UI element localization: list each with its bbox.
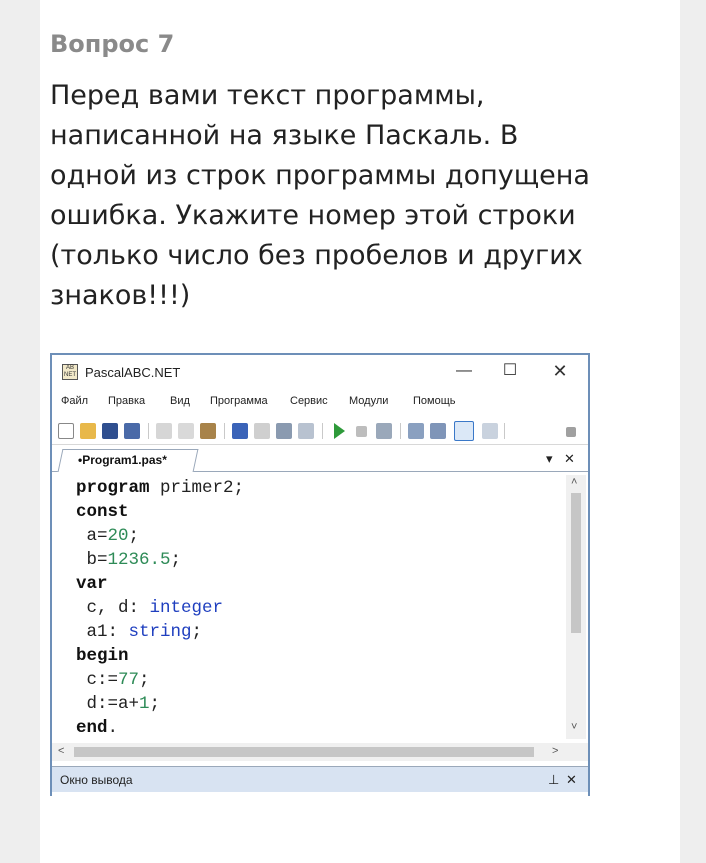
- editor-gutter: [52, 473, 74, 743]
- horizontal-scrollbar[interactable]: < >: [52, 743, 588, 761]
- paste-icon[interactable]: [200, 423, 216, 439]
- output-panel-title: Окно вывода: [60, 773, 133, 787]
- code-token: ;: [170, 550, 182, 570]
- form-designer-icon[interactable]: [482, 423, 498, 439]
- pascalabc-app-icon: AB NET: [62, 364, 78, 380]
- close-window-icon[interactable]: ✕: [544, 359, 576, 383]
- menu-service[interactable]: Сервис: [290, 395, 328, 407]
- code-line: d:=a+1;: [76, 692, 244, 716]
- code-token: a=: [76, 526, 108, 546]
- menu-help[interactable]: Помощь: [413, 395, 456, 407]
- menu-program[interactable]: Программа: [210, 395, 268, 407]
- copy-icon[interactable]: [178, 423, 194, 439]
- vertical-scrollbar[interactable]: ˄ ˅: [566, 475, 586, 739]
- code-token: ;: [128, 526, 140, 546]
- toolbar-separator: [504, 423, 505, 439]
- menu-view[interactable]: Вид: [170, 395, 190, 407]
- code-line: program primer2;: [76, 476, 244, 500]
- code-token: begin: [76, 646, 129, 666]
- code-line: var: [76, 572, 244, 596]
- code-line: end.: [76, 716, 244, 740]
- ide-screenshot: AB NET PascalABC.NET — ☐ ✕ Файл Правка В…: [50, 353, 590, 796]
- code-line: a=20;: [76, 524, 244, 548]
- code-token: 1: [139, 694, 150, 714]
- code-token: string: [128, 622, 192, 642]
- code-text: program primer2; const a=20; b=1236.5; var…: [76, 476, 244, 740]
- chevron-down-icon[interactable]: ▾: [546, 451, 553, 467]
- code-token: var: [76, 574, 108, 594]
- compile-icon[interactable]: [376, 423, 392, 439]
- code-line: const: [76, 500, 244, 524]
- output-panel-header: Окно вывода ⊥ ✕: [52, 766, 588, 792]
- code-line: c, d: integer: [76, 596, 244, 620]
- redo-icon[interactable]: [254, 423, 270, 439]
- code-token: primer2;: [149, 478, 245, 498]
- step-into-icon[interactable]: [408, 423, 424, 439]
- toolbar-separator: [400, 423, 401, 439]
- minimize-icon[interactable]: —: [448, 359, 480, 383]
- toolbar: [52, 417, 588, 445]
- close-tab-icon[interactable]: ✕: [564, 451, 575, 467]
- cut-icon[interactable]: [156, 423, 172, 439]
- pin-icon[interactable]: ⊥: [548, 772, 559, 788]
- question-text: Перед вами текст программы, написанной н…: [50, 80, 590, 311]
- window-title: PascalABC.NET: [85, 365, 181, 380]
- code-line: b=1236.5;: [76, 548, 244, 572]
- code-token: ;: [191, 622, 203, 642]
- code-token: d:=a+: [76, 694, 140, 714]
- code-line: begin: [76, 644, 244, 668]
- code-token: c:=: [76, 670, 119, 690]
- save-icon[interactable]: [102, 423, 118, 439]
- new-file-icon[interactable]: [58, 423, 74, 439]
- code-token: const: [76, 502, 129, 522]
- code-token: program: [76, 478, 150, 498]
- code-token: .: [107, 718, 119, 738]
- menu-file[interactable]: Файл: [61, 395, 88, 407]
- code-token: integer: [149, 598, 224, 618]
- vertical-scroll-thumb[interactable]: [571, 493, 581, 633]
- save-all-icon[interactable]: [124, 423, 140, 439]
- step-over-icon[interactable]: [430, 423, 446, 439]
- close-output-icon[interactable]: ✕: [566, 772, 577, 788]
- console-icon[interactable]: [454, 421, 474, 441]
- code-token: end: [76, 718, 108, 738]
- menu-bar: Файл Правка Вид Программа Сервис Модули …: [52, 391, 588, 413]
- code-line: a1: string;: [76, 620, 244, 644]
- stop-icon[interactable]: [356, 426, 367, 437]
- menu-edit[interactable]: Правка: [108, 395, 145, 407]
- menu-modules[interactable]: Модули: [349, 395, 388, 407]
- question-number: Вопрос 7: [50, 30, 175, 58]
- replace-icon[interactable]: [298, 423, 314, 439]
- code-token: ;: [149, 694, 161, 714]
- toolbar-overflow-icon[interactable]: [566, 427, 576, 437]
- ide-titlebar: AB NET PascalABC.NET — ☐ ✕: [52, 355, 588, 387]
- scroll-down-arrow-icon[interactable]: ˅: [571, 721, 577, 733]
- horizontal-scroll-thumb[interactable]: [74, 747, 534, 757]
- run-icon[interactable]: [334, 423, 345, 439]
- code-line: c:=77;: [76, 668, 244, 692]
- code-token: 77: [118, 670, 140, 690]
- code-editor[interactable]: program primer2; const a=20; b=1236.5; var…: [52, 473, 588, 743]
- editor-tab-row: •Program1.pas* ▾ ✕: [52, 446, 588, 472]
- find-icon[interactable]: [276, 423, 292, 439]
- code-token: b=: [76, 550, 108, 570]
- toolbar-separator: [224, 423, 225, 439]
- undo-icon[interactable]: [232, 423, 248, 439]
- scroll-right-arrow-icon[interactable]: >: [552, 745, 558, 757]
- toolbar-separator: [322, 423, 323, 439]
- code-token: ;: [139, 670, 150, 690]
- code-token: a1:: [76, 622, 129, 642]
- scroll-up-arrow-icon[interactable]: ˄: [571, 476, 577, 488]
- toolbar-separator: [148, 423, 149, 439]
- open-folder-icon[interactable]: [80, 423, 96, 439]
- tab-program1-label: •Program1.pas*: [78, 453, 167, 467]
- code-token: 1236.5: [107, 550, 171, 570]
- scroll-left-arrow-icon[interactable]: <: [58, 745, 64, 757]
- maximize-icon[interactable]: ☐: [494, 359, 526, 383]
- code-token: c, d:: [76, 598, 150, 618]
- code-token: 20: [107, 526, 129, 546]
